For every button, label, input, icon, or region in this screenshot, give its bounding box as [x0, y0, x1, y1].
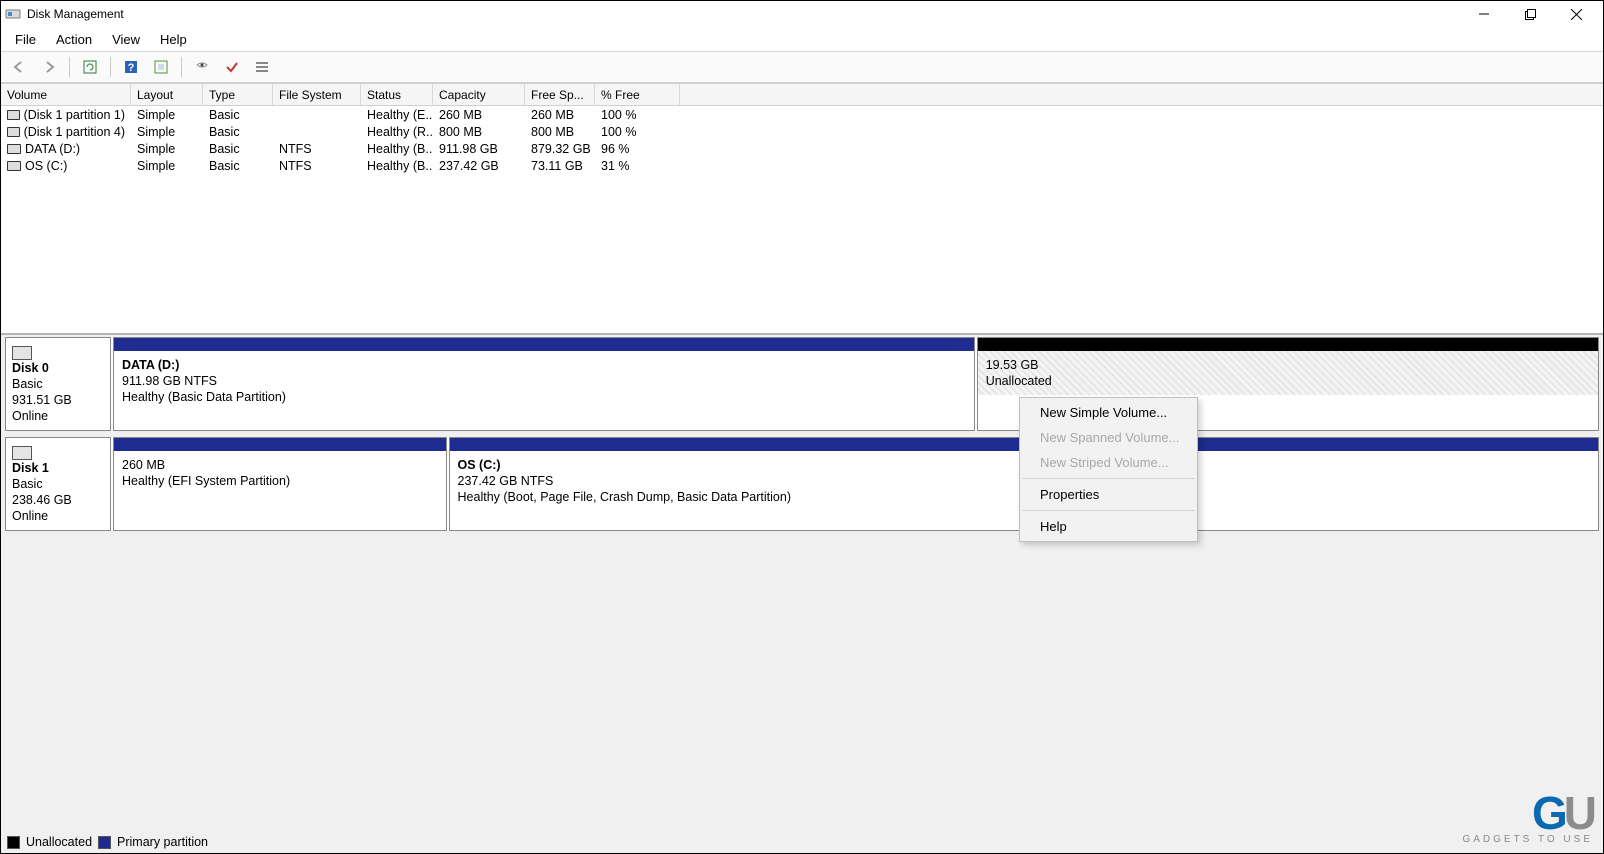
- legend-swatch-primary: [98, 836, 111, 849]
- cell: Basic: [203, 157, 273, 174]
- legend-swatch-unallocated: [7, 836, 20, 849]
- context-menu-item: New Striped Volume...: [1020, 450, 1197, 475]
- column-header[interactable]: Status: [361, 84, 433, 105]
- list-icon[interactable]: [250, 55, 274, 79]
- disk-icon: [12, 446, 32, 460]
- window-title: Disk Management: [27, 7, 124, 21]
- column-header[interactable]: Type: [203, 84, 273, 105]
- cell: NTFS: [273, 157, 361, 174]
- disk-info[interactable]: Disk 1Basic238.46 GBOnline: [5, 437, 111, 531]
- cell: 73.11 GB: [525, 157, 595, 174]
- check-icon[interactable]: [220, 55, 244, 79]
- column-header[interactable]: Volume: [1, 84, 131, 105]
- maximize-button[interactable]: [1507, 1, 1553, 27]
- cell: Healthy (E...: [361, 106, 433, 123]
- column-header[interactable]: File System: [273, 84, 361, 105]
- disk-graphical-view: Disk 0Basic931.51 GBOnlineDATA (D:)911.9…: [1, 335, 1603, 853]
- cell: 237.42 GB: [433, 157, 525, 174]
- column-header[interactable]: % Free: [595, 84, 680, 105]
- menu-help[interactable]: Help: [150, 30, 197, 49]
- partition-text: 260 MBHealthy (EFI System Partition): [114, 451, 446, 495]
- partition-text: 19.53 GBUnallocated: [978, 351, 1598, 395]
- svg-text:?: ?: [128, 62, 135, 74]
- cell: Basic: [203, 106, 273, 123]
- disk-icon: [12, 346, 32, 360]
- cell: NTFS: [273, 140, 361, 157]
- cell: 800 MB: [433, 123, 525, 140]
- cell: 911.98 GB: [433, 140, 525, 157]
- menu-view[interactable]: View: [102, 30, 150, 49]
- volume-row[interactable]: DATA (D:)SimpleBasicNTFSHealthy (B...911…: [1, 140, 1603, 157]
- toolbar: ?: [1, 52, 1603, 83]
- cell: Basic: [203, 123, 273, 140]
- cell: Basic: [203, 140, 273, 157]
- disk-info[interactable]: Disk 0Basic931.51 GBOnline: [5, 337, 111, 431]
- partition-bar: [978, 338, 1598, 351]
- cell: (Disk 1 partition 4): [1, 123, 131, 140]
- cell: 260 MB: [433, 106, 525, 123]
- cell: 31 %: [595, 157, 680, 174]
- legend-label-primary: Primary partition: [117, 835, 208, 849]
- context-menu-item[interactable]: New Simple Volume...: [1020, 400, 1197, 425]
- column-header[interactable]: Free Sp...: [525, 84, 595, 105]
- cell: 96 %: [595, 140, 680, 157]
- context-menu: New Simple Volume...New Spanned Volume..…: [1019, 397, 1198, 542]
- disk-block: Disk 1Basic238.46 GBOnline260 MBHealthy …: [5, 437, 1599, 531]
- back-button[interactable]: [7, 55, 31, 79]
- cell: 100 %: [595, 123, 680, 140]
- partition-bar: [114, 338, 974, 351]
- settings-icon[interactable]: [149, 55, 173, 79]
- cell: Healthy (B...: [361, 140, 433, 157]
- cell: DATA (D:): [1, 140, 131, 157]
- minimize-button[interactable]: [1461, 1, 1507, 27]
- cell: [273, 106, 361, 123]
- disk-block: Disk 0Basic931.51 GBOnlineDATA (D:)911.9…: [5, 337, 1599, 431]
- primary-partition[interactable]: DATA (D:)911.98 GB NTFSHealthy (Basic Da…: [113, 337, 975, 431]
- action-icon[interactable]: [190, 55, 214, 79]
- cell: 260 MB: [525, 106, 595, 123]
- cell: Simple: [131, 106, 203, 123]
- cell: Healthy (B...: [361, 157, 433, 174]
- cell: OS (C:): [1, 157, 131, 174]
- cell: Simple: [131, 123, 203, 140]
- refresh-icon[interactable]: [78, 55, 102, 79]
- legend: Unallocated Primary partition: [7, 835, 208, 849]
- cell: (Disk 1 partition 1): [1, 106, 131, 123]
- column-header[interactable]: Capacity: [433, 84, 525, 105]
- cell: 800 MB: [525, 123, 595, 140]
- cell: Healthy (R...: [361, 123, 433, 140]
- menu-action[interactable]: Action: [46, 30, 102, 49]
- context-menu-item: New Spanned Volume...: [1020, 425, 1197, 450]
- primary-partition[interactable]: 260 MBHealthy (EFI System Partition): [113, 437, 447, 531]
- menu-file[interactable]: File: [5, 30, 46, 49]
- partition-bar: [114, 438, 446, 451]
- partition-text: DATA (D:)911.98 GB NTFSHealthy (Basic Da…: [114, 351, 974, 411]
- menubar: File Action View Help: [1, 27, 1603, 52]
- cell: [273, 123, 361, 140]
- cell: Simple: [131, 140, 203, 157]
- context-menu-item[interactable]: Help: [1020, 514, 1197, 539]
- cell: 879.32 GB: [525, 140, 595, 157]
- volume-list: VolumeLayoutTypeFile SystemStatusCapacit…: [1, 83, 1603, 335]
- context-menu-item[interactable]: Properties: [1020, 482, 1197, 507]
- cell: 100 %: [595, 106, 680, 123]
- close-button[interactable]: [1553, 1, 1599, 27]
- volume-row[interactable]: (Disk 1 partition 1)SimpleBasic Healthy (…: [1, 106, 1603, 123]
- legend-label-unallocated: Unallocated: [26, 835, 92, 849]
- column-header[interactable]: Layout: [131, 84, 203, 105]
- cell: Simple: [131, 157, 203, 174]
- volume-row[interactable]: (Disk 1 partition 4)SimpleBasic Healthy (…: [1, 123, 1603, 140]
- forward-button[interactable]: [37, 55, 61, 79]
- titlebar: Disk Management: [1, 1, 1603, 27]
- help-icon[interactable]: ?: [119, 55, 143, 79]
- volume-row[interactable]: OS (C:)SimpleBasicNTFSHealthy (B...237.4…: [1, 157, 1603, 174]
- app-icon: [5, 6, 21, 22]
